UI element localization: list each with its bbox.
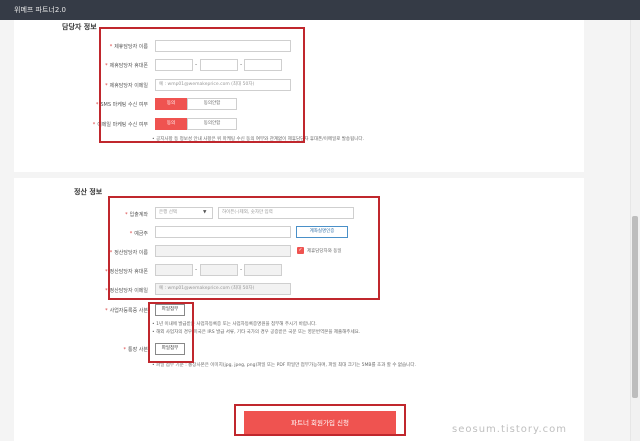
watermark: seosum.tistory.com	[452, 424, 568, 435]
highlight-box-submit	[234, 404, 406, 436]
left-gutter	[0, 20, 14, 441]
contact-section-title: 담당자 정보	[62, 23, 97, 31]
highlight-box-settlement	[108, 196, 380, 300]
highlight-box-contact	[99, 27, 305, 143]
right-gutter	[584, 20, 630, 441]
top-bar: 위메프 파트너2.0	[0, 0, 640, 20]
settlement-section-title: 정산 정보	[74, 188, 103, 196]
business-cert-label: * 사업자등록증 사본	[105, 308, 148, 314]
app-title: 위메프 파트너2.0	[14, 6, 66, 14]
scrollbar-thumb[interactable]	[632, 216, 638, 398]
highlight-box-attachments	[148, 302, 194, 363]
bankbook-label: * 통장 사본	[123, 347, 149, 353]
